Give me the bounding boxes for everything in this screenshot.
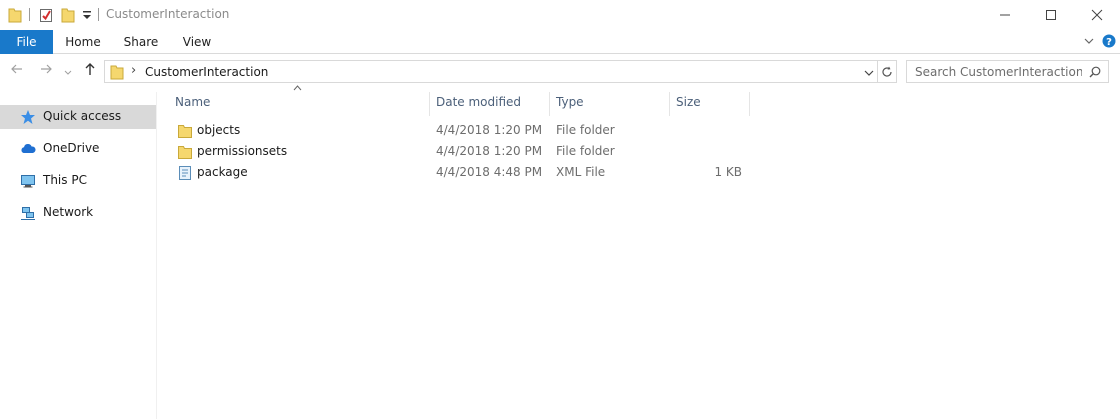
network-icon [20, 205, 36, 221]
xml-file-icon [177, 165, 193, 181]
sidebar-item-onedrive[interactable]: OneDrive [0, 137, 156, 161]
forward-arrow-icon[interactable] [39, 62, 53, 80]
file-date-modified: 4/4/2018 4:48 PM [436, 165, 543, 179]
properties-icon[interactable] [39, 7, 54, 26]
close-button[interactable] [1074, 0, 1120, 30]
column-header-type[interactable]: Type [550, 92, 670, 116]
tab-view[interactable]: View [172, 30, 222, 54]
cloud-icon [20, 141, 36, 157]
sidebar-item-label: This PC [43, 173, 87, 187]
help-icon[interactable]: ? [1102, 34, 1116, 51]
svg-text:?: ? [1106, 37, 1112, 48]
file-type: File folder [556, 144, 615, 158]
sidebar-item-quick-access[interactable]: Quick access [0, 105, 156, 129]
sidebar-item-this-pc[interactable]: This PC [0, 169, 156, 193]
file-type: File folder [556, 123, 615, 137]
sidebar-item-label: Network [43, 205, 94, 219]
folder-icon [8, 7, 22, 26]
refresh-button[interactable] [877, 60, 897, 83]
navigation-pane: Quick access OneDrive This PC Network [0, 92, 157, 419]
ribbon-tabs: File Home Share View ? [0, 30, 1120, 54]
star-icon [20, 109, 36, 125]
sidebar-item-label: OneDrive [43, 141, 100, 155]
search-box[interactable] [906, 60, 1109, 83]
address-bar[interactable]: › CustomerInteraction [104, 60, 878, 83]
column-header-date-modified[interactable]: Date modified [430, 92, 550, 116]
column-header-name[interactable]: Name [169, 92, 430, 116]
table-row[interactable]: permissionsets 4/4/2018 1:20 PM File fol… [170, 141, 760, 162]
tab-file[interactable]: File [0, 30, 53, 54]
column-header-size[interactable]: Size [670, 92, 750, 116]
window-title: CustomerInteraction [106, 7, 230, 21]
folder-icon [177, 144, 193, 160]
breadcrumb-separator[interactable]: › [131, 63, 136, 78]
minimize-button[interactable] [982, 0, 1028, 30]
tab-home[interactable]: Home [58, 30, 108, 54]
customize-toolbar-icon[interactable] [82, 9, 92, 24]
table-row[interactable]: objects 4/4/2018 1:20 PM File folder [170, 120, 760, 141]
maximize-button[interactable] [1028, 0, 1074, 30]
file-name: package [197, 165, 248, 179]
file-date-modified: 4/4/2018 1:20 PM [436, 144, 543, 158]
folder-icon [110, 64, 124, 83]
recent-locations-chevron-icon[interactable] [64, 65, 72, 81]
address-dropdown-icon[interactable] [864, 67, 874, 81]
file-name: permissionsets [197, 144, 288, 158]
sidebar-item-label: Quick access [43, 109, 122, 123]
new-folder-icon[interactable] [61, 7, 75, 26]
breadcrumb[interactable]: CustomerInteraction [145, 65, 268, 79]
file-type: XML File [556, 165, 606, 179]
file-date-modified: 4/4/2018 1:20 PM [436, 123, 543, 137]
back-arrow-icon[interactable] [10, 62, 24, 80]
expand-ribbon-icon[interactable] [1083, 35, 1095, 50]
up-arrow-icon[interactable] [83, 62, 97, 80]
computer-icon [20, 173, 36, 189]
file-name: objects [197, 123, 241, 137]
table-row[interactable]: package 4/4/2018 4:48 PM XML File 1 KB [170, 162, 760, 183]
tab-share[interactable]: Share [116, 30, 166, 54]
file-size: 1 KB [714, 165, 742, 179]
search-input[interactable] [907, 61, 1082, 82]
title-bar: CustomerInteraction [0, 0, 1120, 30]
sidebar-item-network[interactable]: Network [0, 201, 156, 225]
folder-icon [177, 123, 193, 139]
search-icon[interactable] [1089, 66, 1101, 81]
